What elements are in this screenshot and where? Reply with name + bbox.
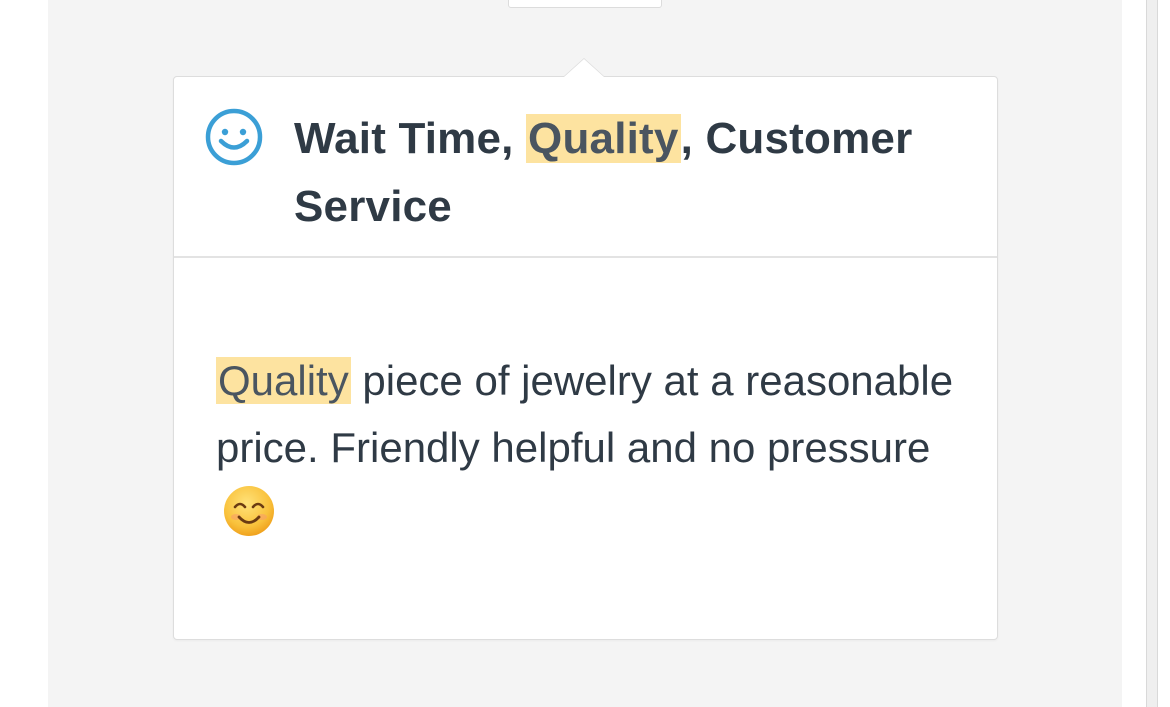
- smiling-face-emoji-icon: [224, 486, 274, 536]
- popover-header: Wait Time, Quality, Customer Service: [174, 77, 997, 258]
- topic-list: Wait Time, Quality, Customer Service: [294, 105, 974, 241]
- topic-separator: ,: [680, 114, 706, 163]
- topic-quality-highlight: Quality: [526, 114, 681, 163]
- top-anchor-tab[interactable]: [508, 0, 662, 8]
- review-popover: Wait Time, Quality, Customer Service Qua…: [173, 58, 998, 640]
- smile-icon: [205, 108, 263, 166]
- review-text: Quality piece of jewelry at a reasonable…: [216, 347, 956, 548]
- popover-arrow: [563, 58, 605, 77]
- topic-separator: ,: [501, 114, 527, 163]
- review-highlight-quality: Quality: [216, 357, 351, 404]
- topic-wait-time: Wait Time: [294, 114, 502, 163]
- right-scroll-edge[interactable]: [1146, 0, 1158, 707]
